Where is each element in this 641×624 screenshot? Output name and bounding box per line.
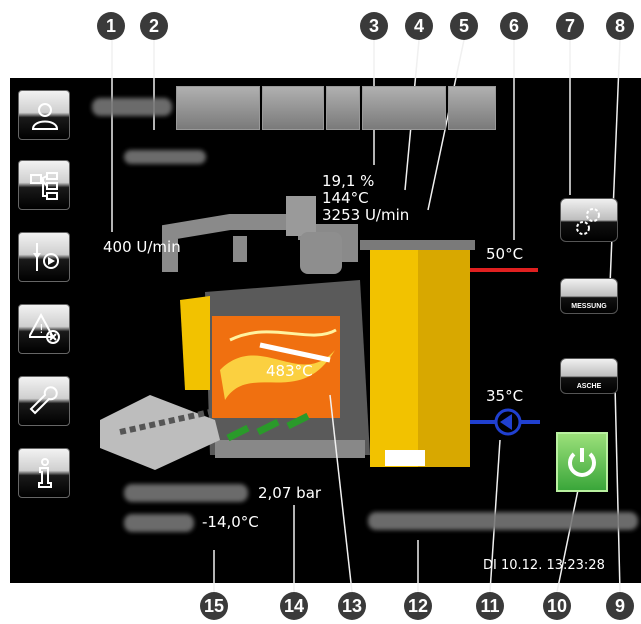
measurement-button[interactable]: MESSUNG	[560, 278, 618, 314]
status-blur	[124, 150, 206, 164]
measurement-label: MESSUNG	[571, 303, 607, 310]
hierarchy-button[interactable]	[18, 160, 70, 210]
alarm-reset-button[interactable]: !	[18, 304, 70, 354]
alarm-reset-icon: !	[29, 313, 60, 344]
info-icon	[38, 458, 52, 488]
combustion-temp-value: 483°C	[266, 362, 313, 380]
status-message-blur	[368, 512, 638, 530]
wrench-icon	[29, 386, 58, 415]
outside-temp-value: -14,0°C	[202, 513, 259, 531]
fan2-speed-value: 3253 U/min	[322, 206, 410, 224]
user-icon	[31, 103, 59, 130]
boiler-temp-value: 50°C	[486, 245, 524, 263]
hierarchy-icon	[30, 172, 58, 200]
gears-icon	[576, 208, 600, 235]
ash-button[interactable]: ASCHE	[560, 358, 618, 394]
top-tab-1[interactable]	[176, 86, 260, 130]
top-tab-5[interactable]	[448, 86, 496, 130]
power-button[interactable]	[556, 432, 608, 492]
pressure-label-blur	[124, 484, 248, 502]
o2-value: 19,1 %	[322, 172, 375, 190]
svg-text:!: !	[39, 322, 44, 336]
top-tab-3[interactable]	[326, 86, 360, 130]
outside-label-blur	[124, 514, 194, 532]
pump-valve-button[interactable]	[18, 232, 70, 282]
pump-valve-icon	[33, 243, 59, 271]
top-tab-2[interactable]	[262, 86, 324, 130]
info-button[interactable]	[18, 448, 70, 498]
top-tab-4[interactable]	[362, 86, 446, 130]
ash-label: ASCHE	[576, 383, 602, 390]
datetime-display: DI 10.12. 13:23:28	[483, 558, 605, 573]
top-blur-1	[92, 98, 172, 116]
wrench-button[interactable]	[18, 376, 70, 426]
settings-button[interactable]	[560, 198, 618, 242]
user-button[interactable]	[18, 90, 70, 140]
flue-temp-value: 144°C	[322, 189, 369, 207]
power-icon	[568, 448, 596, 477]
fan-speed-value: 400 U/min	[103, 238, 181, 256]
return-temp-value: 35°C	[486, 387, 524, 405]
pressure-value: 2,07 bar	[258, 484, 322, 502]
